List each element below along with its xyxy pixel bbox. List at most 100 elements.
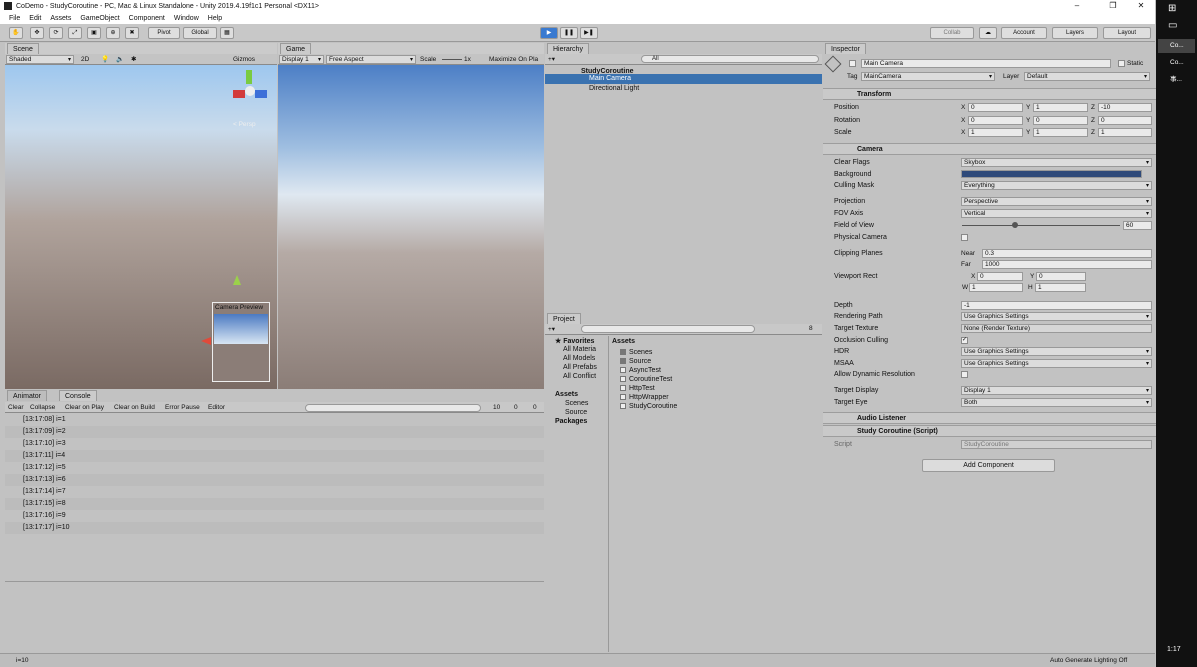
object-name-field[interactable]: Main Camera (861, 59, 1111, 68)
tag-dropdown[interactable]: MainCamera (861, 72, 995, 81)
fov-slider[interactable] (962, 225, 1120, 226)
tab-animator[interactable]: Animator (7, 390, 48, 401)
tab-console[interactable]: Console (59, 390, 97, 401)
collab-dropdown[interactable]: Collab (930, 27, 974, 39)
hdr-dropdown[interactable]: Use Graphics Settings (961, 347, 1152, 356)
move-tool-icon[interactable]: ✥ (30, 27, 44, 39)
projection-dropdown[interactable]: Perspective (961, 197, 1152, 206)
hierarchy-item-directional-light[interactable]: Directional Light (545, 84, 822, 94)
scene-gizmo-icon[interactable] (233, 70, 267, 108)
error-count[interactable]: 0 (533, 404, 537, 411)
fov-field[interactable]: 60 (1123, 221, 1152, 230)
static-checkbox[interactable] (1118, 60, 1125, 67)
taskbar-app-vs[interactable]: Co... (1158, 56, 1195, 70)
background-color-swatch[interactable] (961, 170, 1142, 178)
add-component-button[interactable]: Add Component (922, 459, 1055, 472)
scene-viewport[interactable]: < Persp Camera Preview (5, 65, 277, 389)
favorites-folder[interactable]: ★ Favorites (555, 337, 594, 345)
file-item[interactable]: HttpTest (620, 385, 655, 392)
fav-item[interactable]: All Models (563, 355, 595, 362)
global-button[interactable]: Global (183, 27, 217, 39)
game-viewport[interactable] (278, 65, 544, 389)
scale-z[interactable]: 1 (1098, 128, 1152, 137)
file-item[interactable]: AsyncTest (620, 367, 661, 374)
menu-edit[interactable]: Edit (29, 15, 41, 22)
viewport-x[interactable]: 0 (977, 272, 1023, 281)
account-dropdown[interactable]: Account (1001, 27, 1047, 39)
fav-item[interactable]: All Conflict (563, 373, 596, 380)
warning-count[interactable]: 0 (514, 404, 518, 411)
log-row[interactable]: [13:17:10] i=3 (5, 438, 544, 450)
viewport-h[interactable]: 1 (1035, 283, 1086, 292)
rect-tool-icon[interactable]: ▣ (87, 27, 101, 39)
file-item[interactable]: StudyCoroutine (620, 403, 677, 410)
file-item[interactable]: HttpWrapper (620, 394, 669, 401)
hierarchy-item-main-camera[interactable]: Main Camera (545, 74, 822, 84)
viewport-w[interactable]: 1 (969, 283, 1023, 292)
console-search-input[interactable] (305, 404, 481, 412)
fav-item[interactable]: All Materia (563, 346, 596, 353)
log-row[interactable]: [13:17:13] i=6 (5, 474, 544, 486)
create-button[interactable]: +▾ (548, 55, 555, 63)
position-y[interactable]: 1 (1033, 103, 1088, 112)
physical-camera-checkbox[interactable] (961, 234, 968, 241)
camera-header[interactable]: Camera (823, 143, 1156, 155)
2d-toggle[interactable]: 2D (81, 56, 89, 63)
tab-scene[interactable]: Scene (7, 43, 39, 54)
clear-button[interactable]: Clear (8, 404, 24, 411)
clock[interactable]: 1:17 (1167, 646, 1181, 653)
log-row[interactable]: [13:17:15] i=8 (5, 498, 544, 510)
rendering-path-dropdown[interactable]: Use Graphics Settings (961, 312, 1152, 321)
error-pause-button[interactable]: Error Pause (165, 404, 200, 411)
hierarchy-search-input[interactable]: All (641, 55, 819, 63)
viewport-y[interactable]: 0 (1036, 272, 1086, 281)
info-count[interactable]: 10 (493, 404, 500, 411)
project-create-button[interactable]: +▾ (548, 325, 555, 333)
effects-icon[interactable]: ✱ (131, 55, 136, 63)
depth-field[interactable]: -1 (961, 301, 1152, 310)
log-row[interactable]: [13:17:16] i=9 (5, 510, 544, 522)
packages-folder[interactable]: Packages (555, 418, 587, 425)
collapse-button[interactable]: Collapse (30, 404, 55, 411)
log-row[interactable]: [13:17:08] i=1 (5, 414, 544, 426)
pivot-button[interactable]: Pivot (148, 27, 180, 39)
target-eye-dropdown[interactable]: Both (961, 398, 1152, 407)
fov-slider-handle[interactable] (1012, 222, 1018, 228)
layer-dropdown[interactable]: Default (1024, 72, 1150, 81)
menu-assets[interactable]: Assets (50, 15, 71, 22)
position-z[interactable]: -10 (1098, 103, 1152, 112)
play-button[interactable]: ▶ (540, 27, 558, 39)
msaa-dropdown[interactable]: Use Graphics Settings (961, 359, 1152, 368)
clear-on-build-button[interactable]: Clear on Build (114, 404, 155, 411)
log-row[interactable]: [13:17:11] i=4 (5, 450, 544, 462)
editor-dropdown[interactable]: Editor (208, 404, 225, 411)
layout-dropdown[interactable]: Layout (1103, 27, 1151, 39)
project-search-input[interactable] (581, 325, 755, 333)
audio-icon[interactable]: 🔈 (116, 55, 124, 63)
file-item[interactable]: Source (620, 358, 651, 365)
assets-folder[interactable]: Assets (555, 391, 578, 398)
position-x[interactable]: 0 (968, 103, 1023, 112)
culling-mask-dropdown[interactable]: Everything (961, 181, 1152, 190)
fav-item[interactable]: All Prefabs (563, 364, 597, 371)
log-row[interactable]: [13:17:09] i=2 (5, 426, 544, 438)
scale-x[interactable]: 1 (968, 128, 1023, 137)
near-field[interactable]: 0.3 (982, 249, 1152, 258)
menu-window[interactable]: Window (174, 15, 199, 22)
log-row[interactable]: [13:17:17] i=10 (5, 522, 544, 534)
tab-game[interactable]: Game (280, 43, 312, 54)
menu-file[interactable]: File (9, 15, 20, 22)
transform-header[interactable]: Transform (823, 88, 1156, 100)
hand-tool-icon[interactable]: ✋ (9, 27, 23, 39)
minimize-button[interactable]: – (1064, 0, 1090, 12)
tab-hierarchy[interactable]: Hierarchy (547, 43, 589, 54)
taskbar-app-unity[interactable]: Co... (1158, 39, 1195, 53)
rotate-tool-icon[interactable]: ⟳ (49, 27, 63, 39)
fov-axis-dropdown[interactable]: Vertical (961, 209, 1152, 218)
aspect-dropdown[interactable]: Free Aspect (326, 55, 416, 64)
rotation-x[interactable]: 0 (968, 116, 1023, 125)
rotation-y[interactable]: 0 (1033, 116, 1088, 125)
menu-component[interactable]: Component (129, 15, 165, 22)
log-row[interactable]: [13:17:14] i=7 (5, 486, 544, 498)
clear-flags-dropdown[interactable]: Skybox (961, 158, 1152, 167)
